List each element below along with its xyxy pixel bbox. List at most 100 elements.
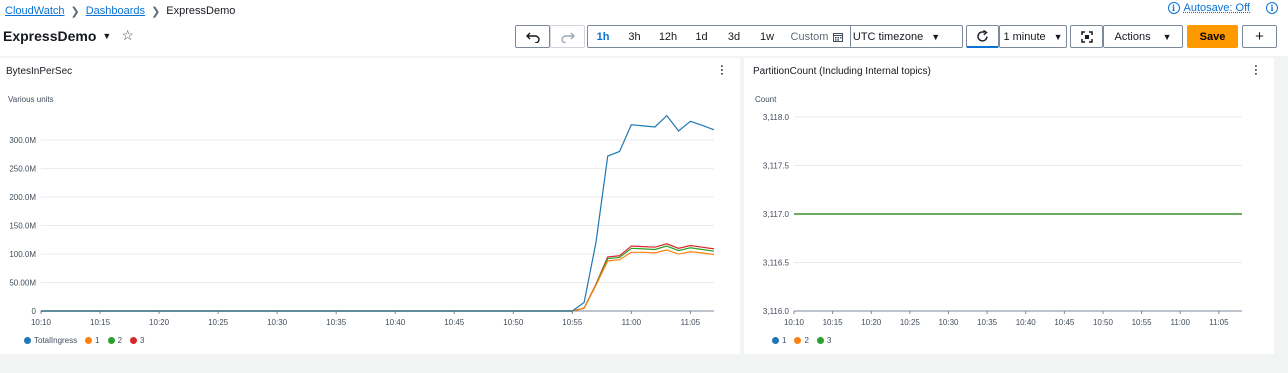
bytes-in-chart: 0 50.00M 100.0M 150.0M 200.0M 250.0M 300.0M 10:…	[9, 114, 715, 327]
refresh-interval-label: 1 minute	[1003, 30, 1046, 43]
x-tick-label: 10:40	[385, 318, 406, 327]
range-12h[interactable]: 12h	[651, 26, 685, 47]
y-tick-label: 3,116.0	[763, 307, 790, 316]
y-tick-label: 3,117.0	[763, 210, 790, 219]
breadcrumb-cloudwatch-link[interactable]: CloudWatch	[5, 5, 65, 17]
x-tick-label: 10:30	[267, 318, 288, 327]
widget-bytes-in-per-sec: BytesInPerSec … Various units 0 50.00M 100…	[0, 58, 740, 354]
refresh-button[interactable]	[966, 25, 999, 48]
custom-label: Custom	[790, 30, 829, 43]
legend-label: 2	[804, 336, 809, 345]
caret-down-icon: ▼	[931, 31, 941, 42]
y-tick-label: 200.0M	[9, 193, 36, 202]
fullscreen-button[interactable]	[1070, 25, 1103, 48]
caret-down-icon: ▼	[1162, 31, 1172, 42]
caret-down-icon[interactable]: ▼	[102, 31, 111, 41]
x-tick-label: 10:50	[503, 318, 524, 327]
range-custom[interactable]: Custom	[784, 26, 850, 47]
breadcrumb: CloudWatch ❯ Dashboards ❯ ExpressDemo	[5, 4, 235, 18]
x-tick-label: 10:20	[149, 318, 170, 327]
calendar-icon	[833, 32, 844, 42]
chevron-right-icon: ❯	[70, 5, 80, 18]
x-tick-label: 11:00	[622, 318, 642, 327]
legend-item[interactable]: 3	[130, 336, 145, 345]
dashboard-title-row: ExpressDemo ▼ ☆	[3, 27, 134, 44]
breadcrumb-current: ExpressDemo	[166, 5, 236, 17]
x-tick-label: 11:05	[1209, 318, 1229, 327]
x-tick-label: 10:30	[938, 318, 959, 327]
add-widget-button[interactable]: +	[1242, 25, 1277, 48]
x-tick-label: 10:10	[31, 318, 52, 327]
legend-item[interactable]: 1	[85, 336, 100, 345]
y-tick-label: 250.0M	[9, 165, 36, 174]
legend-swatch	[24, 337, 31, 344]
y-tick-label: 300.0M	[9, 136, 36, 145]
x-tick-label: 10:25	[900, 318, 921, 327]
x-tick-label: 10:15	[823, 318, 844, 327]
legend-label: 3	[826, 336, 832, 345]
range-1w[interactable]: 1w	[750, 26, 784, 47]
legend-label: 3	[140, 336, 145, 345]
x-tick-label: 10:35	[977, 318, 998, 327]
actions-dropdown[interactable]: Actions ▼	[1103, 25, 1183, 48]
timezone-select[interactable]: UTC timezone ▼	[850, 26, 942, 47]
legend-item[interactable]: 3	[816, 336, 832, 345]
x-tick-label: 10:55	[1132, 318, 1153, 327]
partition-count-chart: 3,116.0 3,116.5 3,117.0 3,117.5 3,118.0 10:10…	[763, 113, 1242, 327]
x-tick-label: 10:10	[784, 318, 805, 327]
y-tick-label: 0	[32, 307, 37, 316]
x-tick-label: 10:55	[562, 318, 583, 327]
dashboard-header: CloudWatch ❯ Dashboards ❯ ExpressDemo i …	[0, 0, 1288, 56]
legend-item[interactable]: TotalIngress	[24, 336, 77, 345]
actions-label: Actions	[1114, 30, 1151, 43]
star-icon[interactable]: ☆	[121, 27, 134, 44]
x-tick-label: 10:40	[1016, 318, 1037, 327]
breadcrumb-dashboards-link[interactable]: Dashboards	[86, 5, 145, 17]
x-tick-label: 11:05	[681, 318, 701, 327]
x-tick-label: 10:15	[90, 318, 111, 327]
range-1d[interactable]: 1d	[685, 26, 718, 47]
chevron-right-icon: ❯	[151, 5, 161, 18]
autosave-label: Autosave: Off	[1183, 2, 1250, 14]
redo-button[interactable]	[550, 25, 585, 48]
dashboard-title: ExpressDemo	[3, 27, 97, 44]
info-icon: i	[1167, 2, 1180, 14]
legend-swatch	[85, 337, 93, 344]
y-tick-label: 3,116.5	[763, 259, 790, 268]
legend-swatch	[772, 337, 779, 344]
info-icon: i	[1266, 2, 1278, 14]
range-3d[interactable]: 3d	[718, 26, 750, 47]
legend-item[interactable]: 2	[107, 336, 122, 345]
y-tick-label: 150.0M	[9, 222, 36, 231]
legend-swatch	[107, 337, 115, 344]
refresh-interval-select[interactable]: 1 minute ▼	[999, 25, 1067, 48]
time-range-selector: 1h 3h 12h 1d 3d 1w Custom UTC timezone ▼	[587, 25, 963, 48]
widget-partition-count: PartitionCount (Including Internal topic…	[744, 58, 1274, 354]
series-line-1	[41, 249, 715, 312]
legend-label: 1	[95, 336, 100, 345]
autosave-toggle[interactable]: i Autosave: Off	[1167, 2, 1250, 14]
range-1h[interactable]: 1h	[588, 26, 618, 47]
x-tick-label: 10:45	[444, 318, 465, 327]
legend-swatch	[816, 337, 824, 344]
save-button[interactable]: Save	[1187, 25, 1238, 48]
chart-legend: 1 2 3	[772, 336, 831, 345]
range-3h[interactable]: 3h	[618, 26, 651, 47]
legend-swatch	[794, 337, 802, 344]
legend-label: 1	[782, 336, 787, 345]
series-line-totalingress	[41, 114, 715, 312]
legend-item[interactable]: 2	[794, 336, 809, 345]
x-tick-label: 10:45	[1054, 318, 1075, 327]
legend-item[interactable]: 1	[772, 336, 786, 345]
x-tick-label: 11:00	[1170, 318, 1190, 327]
x-tick-label: 10:50	[1093, 318, 1114, 327]
legend-label: TotalIngress	[34, 336, 78, 345]
y-tick-label: 3,118.0	[763, 113, 790, 122]
refresh-icon	[977, 29, 988, 42]
undo-icon	[525, 32, 540, 43]
help-button[interactable]: i	[1266, 2, 1278, 14]
undo-button[interactable]	[515, 25, 550, 48]
fullscreen-icon	[1080, 30, 1093, 43]
y-tick-label: 50.00M	[9, 279, 36, 288]
redo-icon	[560, 32, 575, 43]
